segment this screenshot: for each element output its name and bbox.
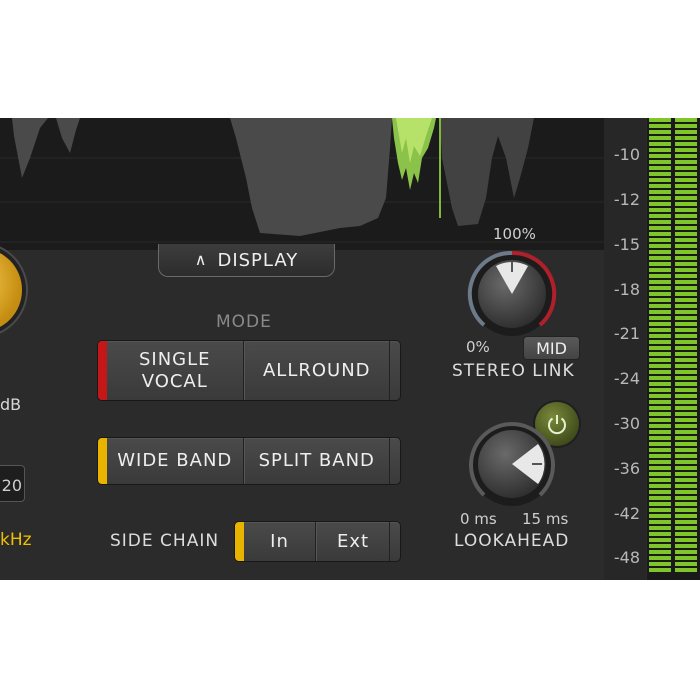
scale-tick: -12 xyxy=(613,190,640,209)
side-chain-selector-end xyxy=(389,522,400,561)
stereo-link-knob[interactable] xyxy=(466,248,558,340)
mode-single-vocal-line1: SINGLE xyxy=(138,348,211,370)
stereo-link-label: STEREO LINK xyxy=(452,361,575,381)
side-chain-label: SIDE CHAIN xyxy=(110,531,220,551)
level-scale: -10 -12 -15 -18 -21 -24 -30 -36 -42 -48 xyxy=(604,118,646,580)
stereo-link-mid-button[interactable]: MID xyxy=(523,336,580,360)
lookahead-knob[interactable] xyxy=(466,418,558,510)
level-meter-right-channel xyxy=(675,118,697,573)
band-indicator xyxy=(98,438,107,484)
scale-tick: -15 xyxy=(613,235,640,254)
scale-tick: -48 xyxy=(613,548,640,567)
scale-tick: -42 xyxy=(613,504,640,523)
plugin-panel: ∧ DISPLAY dB 20 kHz MODE SINGLE VOCAL AL… xyxy=(0,118,700,580)
stereo-link-min-label: 0% xyxy=(466,338,490,356)
stereo-link-max-label: 100% xyxy=(493,225,536,243)
side-chain-selector: In Ext xyxy=(234,521,401,562)
wide-band-button[interactable]: WIDE BAND xyxy=(107,438,243,484)
scale-tick: -30 xyxy=(613,414,640,433)
display-toggle-button[interactable]: ∧ DISPLAY xyxy=(158,244,335,277)
mode-allround-button[interactable]: ALLROUND xyxy=(245,341,389,400)
mode-single-vocal-button[interactable]: SINGLE VOCAL xyxy=(107,341,243,400)
scale-tick: -24 xyxy=(613,369,640,388)
scale-tick: -18 xyxy=(613,280,640,299)
band-selector: WIDE BAND SPLIT BAND xyxy=(97,437,401,485)
mode-selector-end xyxy=(389,341,400,400)
side-chain-ext-button[interactable]: Ext xyxy=(317,522,389,561)
mode-selector: SINGLE VOCAL ALLROUND xyxy=(97,340,401,401)
scale-tick: -10 xyxy=(613,145,640,164)
left-gain-knob[interactable] xyxy=(0,248,22,332)
lookahead-max-label: 15 ms xyxy=(522,510,569,528)
lookahead-label: LOOKAHEAD xyxy=(454,531,570,551)
display-label: DISPLAY xyxy=(217,249,299,271)
band-selector-end xyxy=(389,438,400,484)
scale-tick: -36 xyxy=(613,459,640,478)
level-meter-left-channel xyxy=(649,118,671,573)
mode-label: MODE xyxy=(216,312,272,332)
lookahead-min-label: 0 ms xyxy=(460,510,497,528)
left-value-field[interactable]: 20 xyxy=(0,465,25,502)
side-chain-indicator xyxy=(235,522,244,561)
mode-indicator xyxy=(98,341,107,400)
scale-tick: -21 xyxy=(613,324,640,343)
side-chain-in-button[interactable]: In xyxy=(244,522,315,561)
left-freq-label: kHz xyxy=(0,530,32,550)
level-meter xyxy=(647,118,700,580)
split-band-button[interactable]: SPLIT BAND xyxy=(245,438,389,484)
mode-single-vocal-line2: VOCAL xyxy=(141,370,208,392)
left-db-label: dB xyxy=(0,395,22,414)
chevron-up-icon: ∧ xyxy=(194,250,208,269)
